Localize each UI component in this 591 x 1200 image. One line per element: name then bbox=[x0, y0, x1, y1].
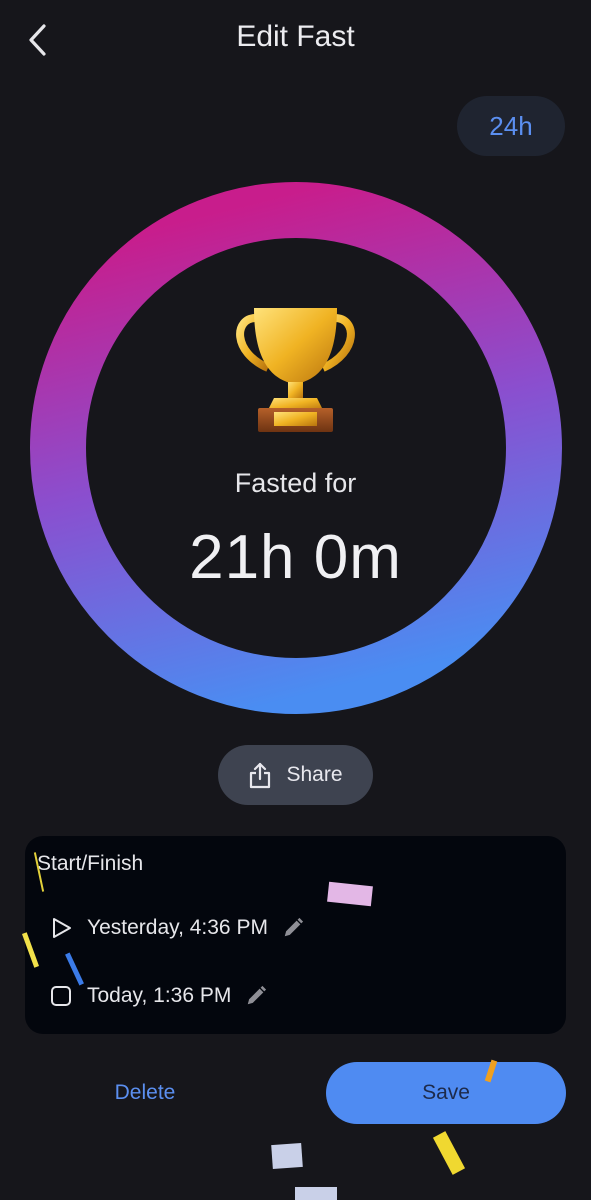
confetti-piece bbox=[271, 1142, 303, 1170]
fast-goal-button[interactable]: 24h bbox=[457, 96, 565, 156]
end-time-row[interactable]: Today, 1:36 PM bbox=[49, 984, 267, 1008]
end-time-value: Today, 1:36 PM bbox=[87, 984, 232, 1007]
trophy-icon bbox=[236, 308, 355, 432]
share-label: Share bbox=[286, 763, 343, 786]
header: Edit Fast bbox=[0, 0, 591, 80]
card-title: Start/Finish bbox=[37, 852, 144, 875]
page-title: Edit Fast bbox=[236, 20, 355, 53]
pencil-icon[interactable] bbox=[245, 985, 267, 1007]
share-button[interactable]: Share bbox=[218, 745, 373, 805]
share-icon bbox=[250, 762, 271, 789]
start-finish-card: Start/Finish Yesterday, 4:36 PM Today, 1… bbox=[25, 836, 566, 1034]
fasted-label: Fasted for bbox=[234, 468, 357, 498]
delete-button[interactable]: Delete bbox=[90, 1072, 200, 1114]
progress-ring-track bbox=[30, 182, 562, 714]
confetti-piece bbox=[432, 1131, 466, 1175]
start-time-value: Yesterday, 4:36 PM bbox=[87, 916, 268, 939]
save-button[interactable]: Save bbox=[326, 1062, 566, 1124]
play-icon bbox=[53, 918, 71, 938]
confetti-piece bbox=[295, 1187, 337, 1200]
start-time-row[interactable]: Yesterday, 4:36 PM bbox=[49, 916, 304, 940]
stop-icon bbox=[51, 986, 71, 1006]
progress-ring bbox=[30, 182, 562, 714]
fasted-duration: 21h 0m bbox=[189, 523, 402, 592]
pencil-icon[interactable] bbox=[282, 917, 304, 939]
